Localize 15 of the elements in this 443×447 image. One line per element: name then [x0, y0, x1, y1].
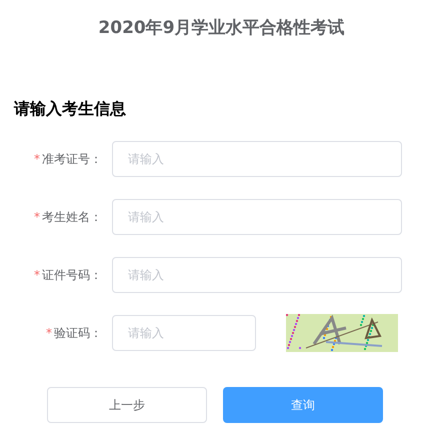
input-field[interactable]: 请输入	[112, 140, 402, 176]
section-heading: 请输入考生信息	[14, 98, 126, 118]
back-button[interactable]: 上一步	[47, 386, 207, 422]
required-mark: *	[34, 208, 40, 226]
field-label: 考生姓名：	[42, 208, 102, 226]
input-field[interactable]: 请输入	[112, 256, 402, 292]
required-mark: *	[34, 150, 40, 168]
required-mark: *	[46, 324, 52, 342]
input-field[interactable]: 请输入	[112, 198, 402, 234]
required-mark: *	[34, 266, 40, 284]
field-label: 验证码：	[54, 324, 102, 342]
field-label: 准考证号：	[42, 150, 102, 168]
field-label: 证件号码：	[42, 266, 102, 284]
page-title: 2020年9月学业水平合格性考试	[98, 18, 345, 38]
captcha-field[interactable]: 请输入	[112, 314, 256, 350]
